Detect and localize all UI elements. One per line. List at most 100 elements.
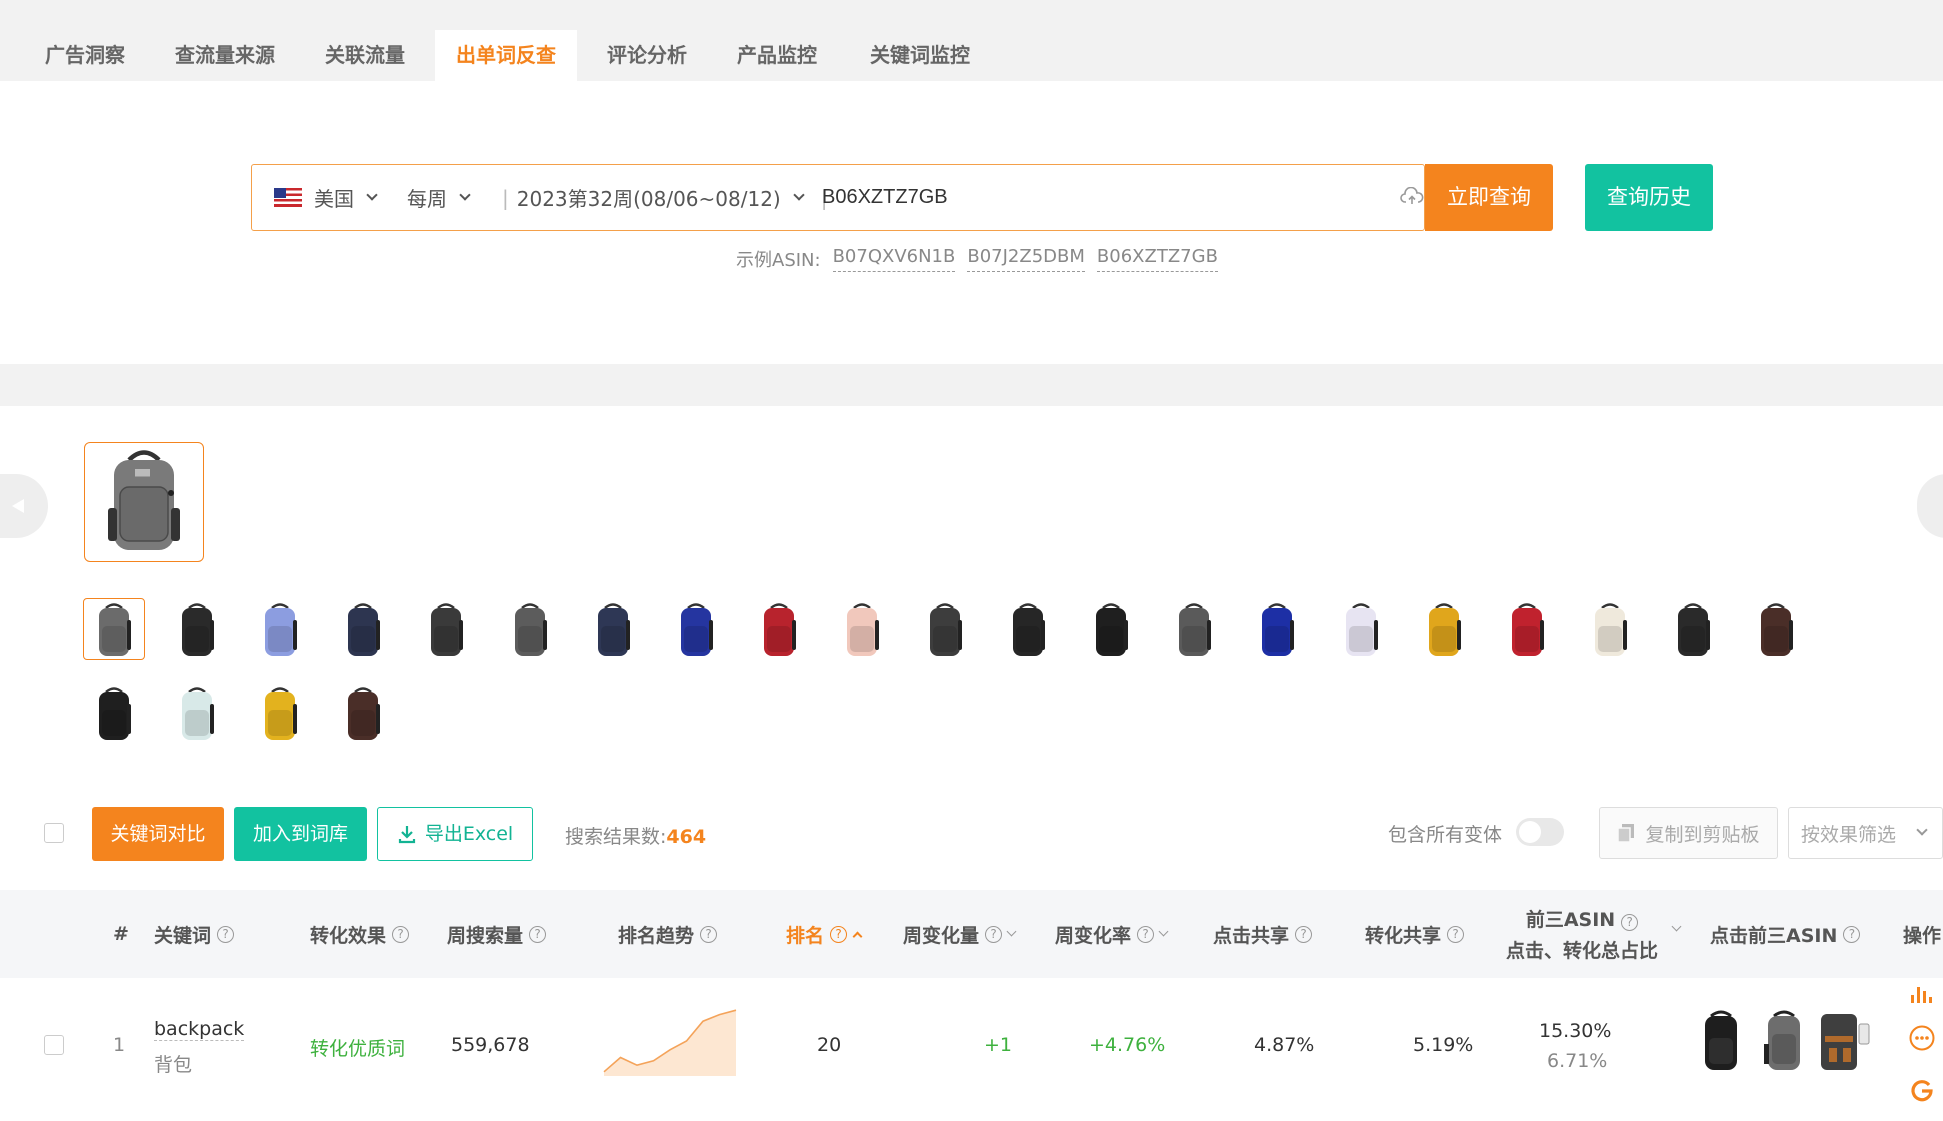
col-effect[interactable]: 转化效果?	[310, 890, 410, 978]
carousel-next-button[interactable]	[1917, 474, 1943, 538]
asin-input[interactable]	[822, 165, 1382, 230]
col-volume[interactable]: 周搜索量?	[447, 890, 547, 978]
col-top3-click-asin[interactable]: 点击前三ASIN?	[1710, 890, 1861, 978]
variant-thumbnail[interactable]	[332, 598, 394, 660]
copy-icon	[1617, 824, 1635, 843]
example-asin-link[interactable]: B06XZTZ7GB	[1096, 246, 1218, 272]
variant-thumbnail[interactable]	[1496, 598, 1558, 660]
backpack-image	[265, 687, 298, 740]
query-button[interactable]: 立即查询	[1425, 164, 1553, 231]
backpack-image	[846, 603, 879, 656]
variant-thumbnail[interactable]	[1745, 598, 1807, 660]
add-to-library-button[interactable]: 加入到词库	[234, 807, 367, 861]
variant-thumbnail[interactable]	[1163, 598, 1225, 660]
tab-review-analysis[interactable]: 评论分析	[590, 30, 704, 81]
sort-icon[interactable]	[1671, 921, 1682, 932]
include-variants-toggle[interactable]	[1516, 818, 1564, 846]
col-click-share[interactable]: 点击共享?	[1213, 890, 1313, 978]
help-icon[interactable]: ?	[1621, 914, 1639, 931]
top-asin-image-3[interactable]	[1815, 1008, 1873, 1072]
filter-label: 按效果筛选	[1801, 823, 1897, 846]
variant-thumbnail[interactable]	[582, 598, 644, 660]
variant-thumbnail[interactable]	[332, 682, 394, 744]
help-icon[interactable]: ?	[392, 925, 410, 943]
effect-filter-select[interactable]: 按效果筛选	[1788, 807, 1943, 859]
keyword-compare-button[interactable]: 关键词对比	[92, 807, 224, 861]
variant-thumbnail[interactable]	[1579, 598, 1641, 660]
top-asin-image-1[interactable]	[1697, 1008, 1745, 1072]
col-trend[interactable]: 排名趋势?	[618, 890, 718, 978]
variant-thumbnail[interactable]	[1330, 598, 1392, 660]
backpack-image	[1594, 603, 1627, 656]
sort-icon[interactable]	[1158, 926, 1169, 937]
variant-thumbnail[interactable]	[166, 598, 228, 660]
variant-thumbnail[interactable]	[249, 598, 311, 660]
variant-thumbnail[interactable]	[499, 598, 561, 660]
help-icon[interactable]: ?	[217, 925, 235, 943]
col-keyword[interactable]: 关键词?	[154, 890, 235, 978]
google-icon[interactable]	[1909, 1077, 1935, 1103]
help-icon[interactable]: ?	[985, 925, 1003, 943]
export-excel-button[interactable]: 导出Excel	[377, 807, 533, 861]
variant-thumbnail[interactable]	[83, 598, 145, 660]
variant-thumbnail[interactable]	[1080, 598, 1142, 660]
tab-traffic-source[interactable]: 查流量来源	[160, 30, 290, 81]
variant-thumbnail[interactable]	[1662, 598, 1724, 660]
variant-thumbnail[interactable]	[1246, 598, 1308, 660]
row-checkbox[interactable]	[44, 1035, 64, 1055]
backpack-image	[1428, 603, 1461, 656]
backpack-image	[99, 687, 131, 740]
col-conv-share[interactable]: 转化共享?	[1365, 890, 1465, 978]
country-select[interactable]: 美国	[274, 165, 378, 230]
col-change[interactable]: 周变化量?	[903, 890, 1017, 978]
col-top3-share[interactable]: 前三ASIN? 点击、转化总占比	[1506, 890, 1658, 978]
more-options-icon[interactable]	[1908, 1024, 1936, 1052]
rank-value: 20	[817, 1034, 842, 1056]
help-icon[interactable]: ?	[700, 925, 718, 943]
variant-thumbnail[interactable]	[997, 598, 1059, 660]
select-all-checkbox[interactable]	[44, 823, 64, 843]
bar-chart-icon[interactable]	[1909, 983, 1935, 1005]
tab-product-monitor[interactable]: 产品监控	[720, 30, 834, 81]
history-button[interactable]: 查询历史	[1585, 164, 1713, 231]
cloud-upload-icon[interactable]	[1400, 187, 1424, 207]
variant-thumbnail[interactable]	[249, 682, 311, 744]
weekly-change: +1	[984, 1034, 1013, 1056]
variant-thumbnail[interactable]	[83, 682, 145, 744]
variant-thumbnail[interactable]	[831, 598, 893, 660]
variant-thumbnail[interactable]	[166, 682, 228, 744]
variant-thumbnail[interactable]	[748, 598, 810, 660]
copy-to-clipboard-button[interactable]: 复制到剪贴板	[1599, 807, 1778, 859]
tab-ad-insight[interactable]: 广告洞察	[26, 30, 144, 81]
week-select[interactable]: | 2023第32周(08/06~08/12) |	[494, 165, 835, 230]
variant-thumbnail[interactable]	[415, 598, 477, 660]
trend-area	[604, 1010, 736, 1076]
example-asin-link[interactable]: B07QXV6N1B	[832, 246, 956, 272]
variant-thumbnail[interactable]	[665, 598, 727, 660]
help-icon[interactable]: ?	[1295, 925, 1313, 943]
col-rank[interactable]: 排名?	[786, 890, 863, 978]
sort-icon[interactable]	[1006, 926, 1017, 937]
help-icon[interactable]: ?	[1843, 925, 1861, 943]
backpack-image	[108, 450, 180, 550]
tab-keyword-monitor[interactable]: 关键词监控	[855, 30, 985, 81]
rank-trend-sparkline[interactable]	[600, 1000, 740, 1080]
tab-related-traffic[interactable]: 关联流量	[310, 30, 420, 81]
variant-thumbnail[interactable]	[1413, 598, 1475, 660]
period-select[interactable]: 每周	[407, 165, 471, 230]
example-asin-link[interactable]: B07J2Z5DBM	[967, 246, 1085, 272]
keyword-link[interactable]: backpack	[154, 1018, 245, 1041]
tab-bar: 广告洞察 查流量来源 关联流量 出单词反查 评论分析 产品监控 关键词监控	[0, 0, 1943, 81]
help-icon[interactable]: ?	[1447, 925, 1465, 943]
top-asin-image-2[interactable]	[1760, 1008, 1808, 1072]
col-change-rate[interactable]: 周变化率?	[1055, 890, 1169, 978]
chevron-down-icon	[366, 188, 378, 201]
sort-asc-icon[interactable]	[852, 931, 863, 942]
carousel-prev-button[interactable]	[0, 474, 48, 538]
backpack-image	[348, 603, 381, 656]
help-icon[interactable]: ?	[830, 925, 848, 943]
help-icon[interactable]: ?	[529, 925, 547, 943]
tab-order-keyword-lookup[interactable]: 出单词反查	[435, 30, 577, 81]
variant-thumbnail[interactable]	[914, 598, 976, 660]
help-icon[interactable]: ?	[1137, 925, 1155, 943]
